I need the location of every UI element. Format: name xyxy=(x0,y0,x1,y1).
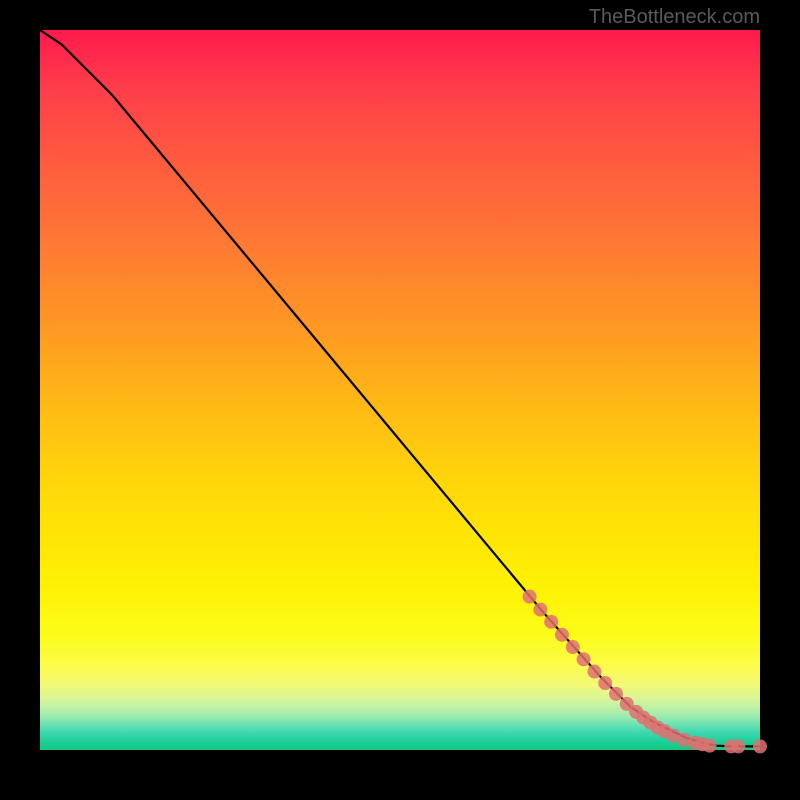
highlight-dot xyxy=(566,640,580,654)
curve-line xyxy=(40,30,760,746)
highlight-dot xyxy=(609,687,623,701)
highlight-dot xyxy=(544,615,558,629)
highlight-dot xyxy=(533,603,547,617)
highlight-dot xyxy=(731,739,745,753)
highlight-dot xyxy=(555,628,569,642)
highlight-dot xyxy=(587,665,601,679)
highlight-dot xyxy=(598,676,612,690)
highlight-dot xyxy=(577,652,591,666)
plot-overlay xyxy=(40,30,760,750)
chart-frame: TheBottleneck.com xyxy=(0,0,800,800)
highlight-dot xyxy=(703,739,717,753)
highlight-dot xyxy=(753,739,767,753)
plot-area xyxy=(40,30,760,750)
highlight-dots xyxy=(523,590,767,754)
highlight-dot xyxy=(523,590,537,604)
attribution-text: TheBottleneck.com xyxy=(589,6,760,29)
